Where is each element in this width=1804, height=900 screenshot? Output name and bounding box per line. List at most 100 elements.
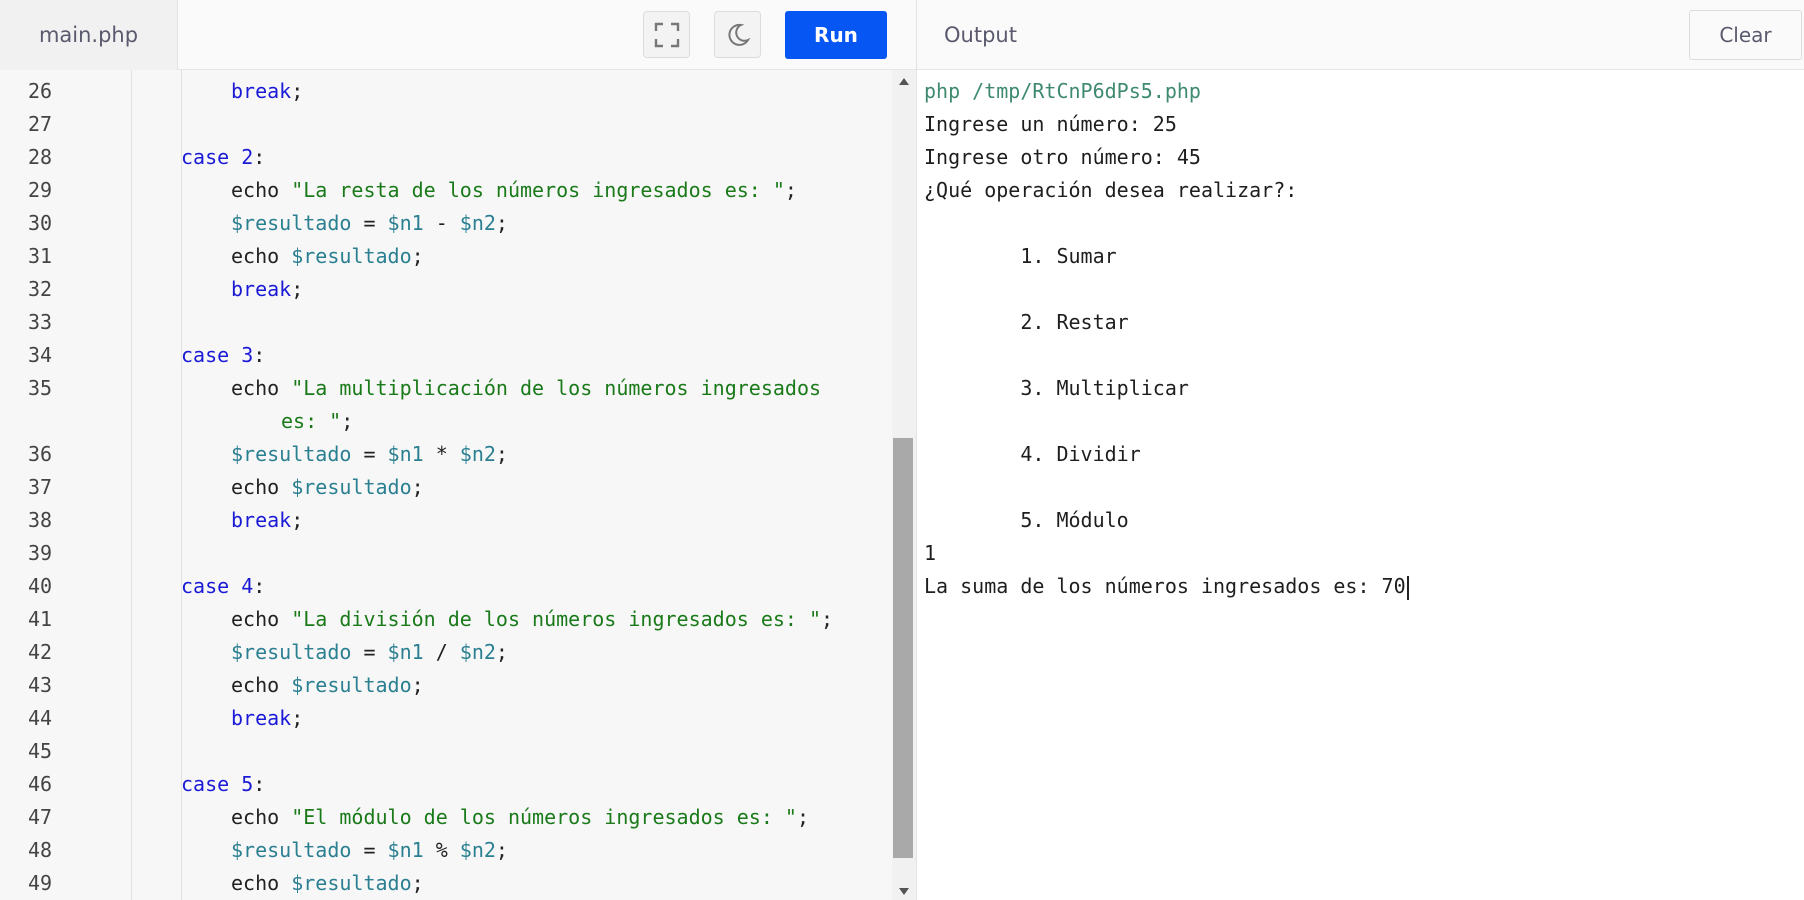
code-token: "El módulo de los números ingresados es:… bbox=[291, 805, 797, 829]
scrollbar-thumb[interactable] bbox=[893, 438, 913, 858]
code-line[interactable]: 39 bbox=[0, 537, 892, 570]
editor-toolbar: main.php Run bbox=[0, 0, 916, 70]
code-line[interactable]: 38 break; bbox=[0, 504, 892, 537]
code-token: $resultado bbox=[231, 442, 352, 466]
code-token: * bbox=[423, 442, 460, 466]
output-text: La suma de los números ingresados es: 70 bbox=[924, 574, 1406, 598]
code-line[interactable]: 45 bbox=[0, 735, 892, 768]
code-line[interactable]: 26 break; bbox=[0, 75, 892, 108]
scroll-down-arrow-icon[interactable] bbox=[899, 888, 909, 895]
code-line[interactable]: 36 $resultado = $n1 * $n2; bbox=[0, 438, 892, 471]
code-text: echo $resultado; bbox=[231, 240, 424, 273]
code-token: : bbox=[253, 145, 266, 169]
code-line[interactable]: 40 case 4: bbox=[0, 570, 892, 603]
theme-toggle-button[interactable] bbox=[714, 11, 761, 58]
code-line[interactable]: 30 $resultado = $n1 - $n2; bbox=[0, 207, 892, 240]
code-token: ; bbox=[411, 244, 424, 268]
code-token: ; bbox=[784, 178, 797, 202]
code-line[interactable]: 34 case 3: bbox=[0, 339, 892, 372]
code-token: ; bbox=[341, 409, 354, 433]
output-text: 1 bbox=[924, 541, 937, 565]
code-line[interactable]: 46 case 5: bbox=[0, 768, 892, 801]
fullscreen-button[interactable] bbox=[643, 11, 690, 58]
code-editor[interactable]: 26 break; 27 28 case 2: 29 echo "La resta de l… bbox=[0, 70, 892, 900]
output-text: 4. Dividir bbox=[924, 442, 1141, 466]
output-text: ¿Qué operación desea realizar?: bbox=[924, 178, 1298, 202]
code-text: case 3: bbox=[181, 339, 265, 372]
code-token: case bbox=[181, 772, 242, 796]
code-token: ; bbox=[495, 442, 508, 466]
code-line[interactable]: es: "; bbox=[0, 405, 892, 438]
code-token: case bbox=[181, 574, 242, 598]
output-line: La suma de los números ingresados es: 70 bbox=[924, 570, 1409, 603]
code-line[interactable]: 35 echo "La multiplicación de los números… bbox=[0, 372, 892, 405]
code-token: echo bbox=[231, 673, 292, 697]
code-token: % bbox=[423, 838, 460, 862]
file-tab-main-php[interactable]: main.php bbox=[0, 0, 178, 70]
code-token: ; bbox=[411, 871, 424, 895]
code-line[interactable]: 27 bbox=[0, 108, 892, 141]
code-token: echo bbox=[231, 244, 292, 268]
code-text: $resultado = $n1 * $n2; bbox=[231, 438, 508, 471]
code-line[interactable]: 28 case 2: bbox=[0, 141, 892, 174]
code-token: ; bbox=[495, 211, 508, 235]
code-token: $n1 bbox=[387, 211, 424, 235]
code-token: es: " bbox=[281, 409, 342, 433]
code-line[interactable]: 42 $resultado = $n1 / $n2; bbox=[0, 636, 892, 669]
code-token: echo bbox=[231, 178, 292, 202]
run-button[interactable]: Run bbox=[785, 11, 887, 59]
output-line: 3. Multiplicar bbox=[924, 372, 1189, 405]
code-token: / bbox=[423, 640, 460, 664]
line-number: 44 bbox=[28, 706, 53, 730]
code-token: 5 bbox=[241, 772, 254, 796]
code-text: break; bbox=[231, 273, 303, 306]
code-token: $resultado bbox=[231, 640, 352, 664]
code-text: case 4: bbox=[181, 570, 265, 603]
code-text: echo "La división de los números ingresa… bbox=[231, 603, 833, 636]
code-line[interactable]: 43 echo $resultado; bbox=[0, 669, 892, 702]
output-console[interactable]: php /tmp/RtCnP6dPs5.php Ingrese un número… bbox=[924, 70, 1794, 890]
output-text: 1. Sumar bbox=[924, 244, 1117, 268]
code-line[interactable]: 37 echo $resultado; bbox=[0, 471, 892, 504]
line-number: 34 bbox=[28, 343, 53, 367]
code-line[interactable]: 49 echo $resultado; bbox=[0, 867, 892, 900]
editor-scrollbar[interactable] bbox=[892, 70, 916, 900]
code-text: $resultado = $n1 - $n2; bbox=[231, 207, 508, 240]
code-text: echo $resultado; bbox=[231, 867, 424, 900]
code-text: break; bbox=[231, 702, 303, 735]
line-number: 47 bbox=[28, 805, 53, 829]
code-token: ; bbox=[821, 607, 834, 631]
code-line[interactable]: 29 echo "La resta de los números ingresad… bbox=[0, 174, 892, 207]
code-line[interactable]: 32 break; bbox=[0, 273, 892, 306]
code-line[interactable]: 48 $resultado = $n1 % $n2; bbox=[0, 834, 892, 867]
code-line[interactable]: 33 bbox=[0, 306, 892, 339]
output-title: Output bbox=[944, 23, 1017, 47]
line-number: 49 bbox=[28, 871, 53, 895]
code-token: $n2 bbox=[459, 838, 496, 862]
line-number: 28 bbox=[28, 145, 53, 169]
code-line[interactable]: 44 break; bbox=[0, 702, 892, 735]
editor-pane: main.php Run 26 break; 27 28 case 2: 29 echo "… bbox=[0, 0, 916, 900]
code-token: ; bbox=[796, 805, 809, 829]
code-token: $resultado bbox=[291, 475, 412, 499]
code-line[interactable]: 31 echo $resultado; bbox=[0, 240, 892, 273]
code-text: case 5: bbox=[181, 768, 265, 801]
code-token: echo bbox=[231, 871, 292, 895]
code-token: $n1 bbox=[387, 442, 424, 466]
line-number: 31 bbox=[28, 244, 53, 268]
code-token: break bbox=[231, 79, 292, 103]
code-text: echo $resultado; bbox=[231, 669, 424, 702]
code-line[interactable]: 47 echo "El módulo de los números ingresa… bbox=[0, 801, 892, 834]
code-token: : bbox=[253, 772, 266, 796]
code-line[interactable]: 41 echo "La división de los números ingre… bbox=[0, 603, 892, 636]
line-number: 27 bbox=[28, 112, 53, 136]
code-token: 2 bbox=[241, 145, 254, 169]
output-text: 5. Módulo bbox=[924, 508, 1129, 532]
code-token: ; bbox=[291, 277, 304, 301]
output-line: 5. Módulo bbox=[924, 504, 1129, 537]
output-line: 2. Restar bbox=[924, 306, 1128, 339]
code-text: break; bbox=[231, 75, 303, 108]
scroll-up-arrow-icon[interactable] bbox=[899, 78, 909, 85]
code-token: 3 bbox=[241, 343, 254, 367]
clear-button[interactable]: Clear bbox=[1689, 10, 1802, 60]
